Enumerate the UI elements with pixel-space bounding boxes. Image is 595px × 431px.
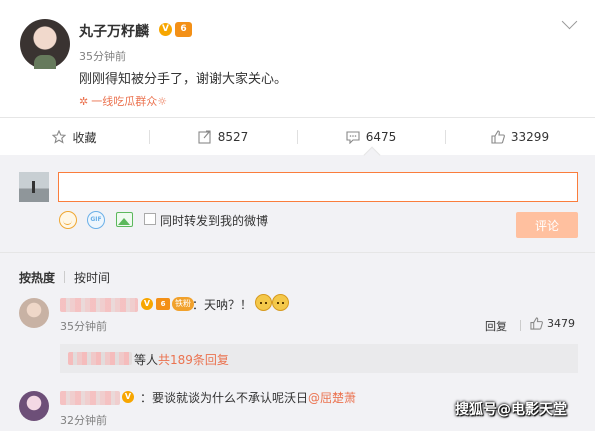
verified-badge-icon: V bbox=[159, 23, 172, 36]
sub-reply-prefix: 等人 bbox=[134, 353, 159, 367]
mention-link[interactable]: @屈楚萧 bbox=[308, 391, 356, 405]
watermark: 搜狐号@电影天堂 bbox=[455, 402, 567, 418]
emoji-icon[interactable] bbox=[59, 211, 77, 229]
comment-text: ：天呐？！ bbox=[192, 298, 253, 312]
sort-by-hot-tab[interactable]: 按热度 bbox=[19, 269, 55, 286]
topic-trailing-icon: ☼ bbox=[157, 95, 168, 108]
comment-text: ：要谈就谈为什么不承认呢沃日@屈楚萧 bbox=[140, 389, 356, 406]
sub-replies-box[interactable]: 等人共189条回复 bbox=[60, 344, 578, 373]
comment-body: ：要谈就谈为什么不承认呢沃日 bbox=[140, 391, 309, 405]
comment-like-button[interactable]: 3479 bbox=[530, 317, 575, 330]
submit-comment-button[interactable]: 评论 bbox=[516, 212, 578, 238]
repost-count: 8527 bbox=[217, 130, 249, 144]
comment-input[interactable] bbox=[58, 172, 578, 202]
image-icon[interactable] bbox=[116, 212, 133, 227]
cat-face-emoji-icon bbox=[272, 294, 289, 311]
also-repost-checkbox[interactable] bbox=[144, 213, 156, 225]
fan-badge: 铁粉 bbox=[172, 297, 194, 311]
sort-divider bbox=[64, 271, 65, 283]
comments-panel: GIF 同时转发到我的微博 评论 按热度 按时间 V 6 铁粉 ：天呐？！ 35… bbox=[0, 155, 595, 431]
topic-icon: ✲ bbox=[79, 95, 89, 108]
verified-badge-icon: V bbox=[122, 391, 134, 403]
reply-button[interactable]: 回复 bbox=[485, 318, 507, 334]
thumbs-up-icon bbox=[491, 130, 505, 144]
vip-badge-icon: 6 bbox=[175, 22, 192, 37]
weibo-post: 丸子万籽麟 V 6 35分钟前 刚刚得知被分手了，谢谢大家关心。 ✲ 一线吃瓜群众… bbox=[0, 0, 595, 117]
commenter-avatar[interactable] bbox=[19, 298, 49, 328]
comment-time: 32分钟前 bbox=[60, 414, 107, 427]
like-button[interactable]: 33299 bbox=[445, 118, 595, 156]
chevron-down-icon[interactable] bbox=[561, 13, 578, 30]
also-repost-label[interactable]: 同时转发到我的微博 bbox=[160, 212, 268, 229]
comment-time: 35分钟前 bbox=[60, 320, 107, 333]
favorite-label: 收藏 bbox=[72, 130, 97, 145]
comment-icon bbox=[346, 131, 360, 144]
topic-tag[interactable]: ✲ 一线吃瓜群众☼ bbox=[79, 93, 167, 109]
thumbs-up-icon bbox=[530, 317, 543, 330]
commenter-name-blurred[interactable] bbox=[60, 391, 120, 405]
comment-count: 6475 bbox=[365, 130, 397, 144]
verified-badge-icon: V bbox=[141, 298, 153, 310]
commenter-avatar[interactable] bbox=[19, 391, 49, 421]
comment-like-count: 3479 bbox=[547, 317, 575, 330]
author-avatar[interactable] bbox=[20, 19, 70, 69]
topic-label: 一线吃瓜群众 bbox=[91, 95, 158, 108]
sort-by-time-tab[interactable]: 按时间 bbox=[74, 269, 110, 286]
like-count: 33299 bbox=[510, 130, 550, 144]
star-icon bbox=[52, 130, 67, 144]
commenter-name-blurred[interactable] bbox=[60, 298, 138, 312]
divider bbox=[520, 320, 521, 331]
favorite-button[interactable]: 收藏 bbox=[0, 118, 149, 156]
gif-icon[interactable]: GIF bbox=[87, 211, 105, 229]
author-name[interactable]: 丸子万籽麟 bbox=[79, 21, 149, 41]
sub-reply-count-link[interactable]: 共189条回复 bbox=[158, 353, 229, 367]
post-action-bar: 收藏 8527 6475 33299 bbox=[0, 117, 595, 155]
divider bbox=[0, 252, 595, 253]
post-time[interactable]: 35分钟前 bbox=[79, 48, 126, 64]
repost-icon bbox=[198, 130, 211, 144]
post-text: 刚刚得知被分手了，谢谢大家关心。 bbox=[79, 72, 288, 87]
repost-button[interactable]: 8527 bbox=[149, 118, 297, 156]
vip-badge-icon: 6 bbox=[156, 298, 170, 310]
sub-reply-summary: 等人共189条回复 bbox=[134, 351, 229, 368]
current-user-avatar[interactable] bbox=[19, 172, 49, 202]
sub-reply-names-blurred bbox=[68, 352, 132, 365]
cat-face-emoji-icon bbox=[255, 294, 272, 311]
